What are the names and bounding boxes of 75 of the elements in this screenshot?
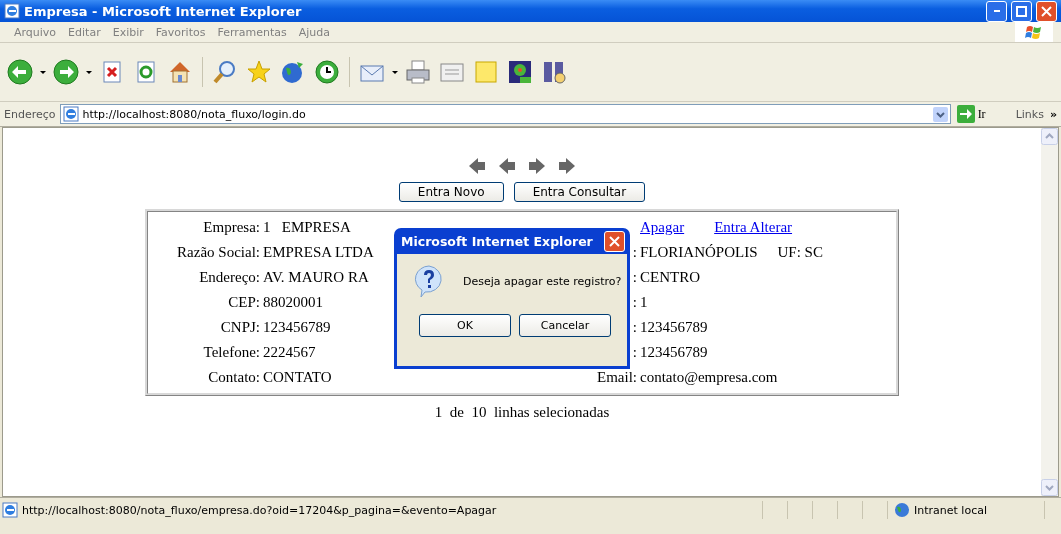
menu-item[interactable]: Arquivo bbox=[8, 25, 63, 39]
field-value: 1 EMPRESA bbox=[263, 218, 351, 237]
field-value: EMPRESA LTDA bbox=[263, 243, 374, 262]
go-button[interactable]: Ir bbox=[954, 105, 1004, 123]
field-value: 1 bbox=[640, 293, 648, 312]
dropdown-icon[interactable] bbox=[932, 106, 948, 122]
dialog-button[interactable]: Cancelar bbox=[519, 314, 611, 337]
printer-icon[interactable] bbox=[404, 58, 432, 86]
minimize-icon bbox=[993, 10, 1000, 12]
left-arrow-icon[interactable] bbox=[498, 157, 516, 175]
caret-icon[interactable] bbox=[40, 70, 46, 74]
action-link[interactable]: Entra Alterar bbox=[714, 216, 793, 239]
field-value: 2224567 bbox=[263, 343, 316, 362]
page-button[interactable]: Entra Novo bbox=[398, 182, 504, 202]
right-arrow-icon[interactable] bbox=[528, 157, 546, 175]
field-label: : bbox=[632, 318, 637, 337]
field-value: 88020001 bbox=[263, 293, 323, 312]
caret-icon[interactable] bbox=[392, 70, 398, 74]
menu-item[interactable]: Favoritos bbox=[149, 25, 212, 39]
dialog-button[interactable]: OK bbox=[419, 314, 511, 337]
address-input[interactable]: http://localhost:8080/nota_fluxo/login.do bbox=[82, 107, 929, 121]
field-value: 123456789 bbox=[640, 318, 708, 337]
page-button[interactable]: Entra Consultar bbox=[513, 182, 646, 202]
left-arrow-icon[interactable] bbox=[468, 157, 486, 175]
field-label: CEP: bbox=[228, 293, 260, 312]
globe-icon bbox=[894, 502, 910, 518]
field-label: : bbox=[632, 343, 637, 362]
field-label: Empresa: bbox=[203, 218, 260, 237]
windows-flag-icon bbox=[1025, 24, 1043, 40]
field-value: 123456789 bbox=[640, 343, 708, 362]
more-chevron[interactable]: » bbox=[1049, 107, 1057, 121]
field-value: FLORIANÓPOLIS bbox=[640, 243, 758, 262]
close-icon bbox=[609, 235, 620, 247]
star-icon[interactable] bbox=[245, 58, 273, 86]
address-box[interactable]: http://localhost:8080/nota_fluxo/login.do bbox=[59, 104, 951, 124]
field-label: Endereço: bbox=[199, 268, 260, 287]
close-button[interactable] bbox=[604, 230, 625, 252]
field-label: : bbox=[632, 293, 637, 312]
field-label: Email: bbox=[597, 368, 637, 387]
field-label: Razão Social: bbox=[177, 243, 260, 262]
caret-icon[interactable] bbox=[86, 70, 92, 74]
menu-item[interactable]: Exibir bbox=[106, 25, 150, 39]
field-label: CNPJ: bbox=[220, 318, 260, 337]
question-icon bbox=[413, 264, 445, 298]
dialog-message: Deseja apagar este registro? bbox=[463, 274, 622, 288]
dialog-title: Microsoft Internet Explorer bbox=[401, 233, 593, 249]
field-value: CENTRO bbox=[640, 268, 700, 287]
field-value: AV. MAURO RA bbox=[263, 268, 369, 287]
status-url: http://localhost:8080/nota_fluxo/empresa.do?oid=17204&p_pagina=&evento=Apagar bbox=[22, 503, 497, 517]
field-label: Contato: bbox=[208, 368, 260, 387]
window-title: Empresa - Microsoft Internet Explorer bbox=[24, 3, 303, 19]
field-label: Telefone: bbox=[203, 343, 260, 362]
maximize-button[interactable] bbox=[1011, 0, 1032, 22]
field-label: : bbox=[632, 243, 637, 262]
field-value: CONTATO bbox=[263, 368, 332, 387]
right-arrow-icon[interactable] bbox=[558, 157, 576, 175]
close-icon bbox=[1041, 5, 1052, 17]
action-link[interactable]: Apagar bbox=[640, 216, 685, 239]
field-label: : bbox=[632, 268, 637, 287]
field-value: 123456789 bbox=[263, 318, 331, 337]
zone-label: Intranet local bbox=[914, 503, 987, 517]
links-label[interactable]: Links bbox=[1007, 107, 1046, 121]
field-value: contato@empresa.com bbox=[640, 368, 778, 387]
address-label: Endereço bbox=[4, 107, 56, 121]
arrow-right-icon bbox=[956, 105, 975, 123]
menu-item[interactable]: Ferramentas bbox=[211, 25, 293, 39]
pagination-text: 1 de 10 linhas selecionadas bbox=[434, 404, 610, 421]
maximize-icon bbox=[1016, 5, 1027, 17]
close-button[interactable] bbox=[1036, 0, 1057, 22]
browser-icon bbox=[4, 3, 20, 19]
field-value: UF: SC bbox=[777, 243, 823, 262]
page-icon bbox=[2, 502, 18, 518]
page-icon bbox=[62, 106, 79, 122]
minimize-button[interactable] bbox=[986, 0, 1007, 22]
menu-item[interactable]: Ajuda bbox=[292, 25, 337, 39]
